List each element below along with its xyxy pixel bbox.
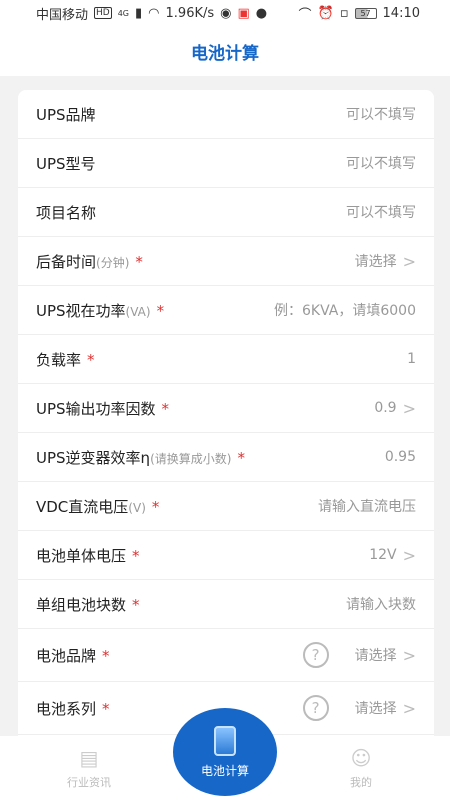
row-label: UPS型号 bbox=[36, 154, 96, 173]
battery-icon: 57 bbox=[354, 7, 377, 19]
required-mark: * bbox=[102, 646, 110, 665]
headphone-icon: ⌒ bbox=[298, 7, 312, 23]
row-label: UPS输出功率因数 bbox=[36, 399, 156, 418]
tab-mine[interactable]: ☺ 我的 bbox=[326, 736, 396, 800]
row-hint: (V) bbox=[128, 500, 146, 515]
chevron-right-icon: > bbox=[402, 645, 416, 665]
row-label: 负载率 bbox=[36, 350, 82, 369]
chevron-right-icon: > bbox=[402, 698, 416, 718]
alarm-icon: ⏰ bbox=[317, 5, 334, 21]
chevron-right-icon: > bbox=[402, 398, 416, 418]
chevron-right-icon: > bbox=[402, 251, 416, 271]
page-title: 电池计算 bbox=[191, 43, 259, 64]
form-row-ups-brand[interactable]: UPS品牌 可以不填写 bbox=[18, 90, 434, 139]
app-icon: ▣ bbox=[237, 5, 250, 21]
required-mark: * bbox=[135, 252, 143, 271]
status-bar: 中国移动 HD 4G ▮ ◠ 1.96K/s ◉ ▣ ● ⌒ ⏰ ▫ 57 14… bbox=[0, 0, 450, 26]
required-mark: * bbox=[102, 699, 110, 718]
row-label: UPS品牌 bbox=[36, 105, 96, 124]
form-row-power-factor[interactable]: UPS输出功率因数 * 0.9 > bbox=[18, 384, 434, 433]
row-label: 后备时间 bbox=[36, 252, 97, 271]
tab-battery-calc[interactable]: 电池计算 bbox=[173, 708, 277, 796]
form-row-backup-time[interactable]: 后备时间(分钟) * 请选择 > bbox=[18, 237, 434, 286]
row-hint: (分钟) bbox=[96, 255, 130, 270]
tab-calc-label: 电池计算 bbox=[200, 763, 249, 778]
row-value[interactable]: 0.95 bbox=[385, 449, 416, 465]
row-label: 电池单体电压 bbox=[36, 546, 127, 565]
row-label: VDC直流电压 bbox=[36, 497, 129, 516]
row-value[interactable]: 请输入块数 bbox=[346, 594, 416, 614]
weibo-icon: ◉ bbox=[220, 5, 232, 21]
form-row-cell-voltage[interactable]: 电池单体电压 * 12V > bbox=[18, 531, 434, 580]
required-mark: * bbox=[161, 399, 170, 418]
form-card: UPS品牌 可以不填写 UPS型号 可以不填写 项目名称 可以不填写 后备时间(… bbox=[18, 90, 434, 750]
chevron-right-icon: > bbox=[402, 545, 416, 565]
row-label: UPS逆变器效率η bbox=[36, 448, 151, 467]
chat-icon: ● bbox=[255, 5, 268, 21]
row-hint: (VA) bbox=[125, 304, 151, 319]
form-row-dc-voltage[interactable]: VDC直流电压(V) * 请输入直流电压 bbox=[18, 482, 434, 531]
help-icon[interactable]: ? bbox=[302, 642, 329, 668]
hd-icon: HD bbox=[94, 7, 112, 19]
required-mark: * bbox=[237, 448, 245, 467]
row-value[interactable]: 可以不填写 bbox=[346, 153, 416, 173]
row-value[interactable]: 1 bbox=[407, 351, 416, 367]
clock: 14:10 bbox=[382, 5, 420, 21]
row-value[interactable]: 可以不填写 bbox=[346, 104, 416, 124]
signal-icon: ▮ bbox=[135, 5, 143, 21]
row-label: 电池系列 bbox=[36, 699, 97, 718]
lock-icon: ▫ bbox=[339, 5, 349, 21]
wifi-icon: ◠ bbox=[148, 5, 160, 21]
required-mark: * bbox=[156, 301, 165, 320]
help-icon[interactable]: ? bbox=[302, 695, 329, 721]
user-icon: ☺ bbox=[350, 746, 372, 770]
row-value[interactable]: 请选择 bbox=[355, 698, 397, 718]
form-row-apparent-power[interactable]: UPS视在功率(VA) * 例：6KVA，请填6000 bbox=[18, 286, 434, 335]
form-row-inverter-efficiency[interactable]: UPS逆变器效率η(请换算成小数) * 0.95 bbox=[18, 433, 434, 482]
form-row-load-rate[interactable]: 负载率 * 1 bbox=[18, 335, 434, 384]
row-value[interactable]: 例：6KVA，请填6000 bbox=[274, 300, 416, 320]
page-header: 电池计算 bbox=[0, 26, 450, 76]
battery-icon bbox=[214, 725, 236, 756]
row-value[interactable]: 请选择 bbox=[355, 645, 397, 665]
network-type: 4G bbox=[117, 8, 130, 18]
row-label: UPS视在功率 bbox=[36, 301, 126, 320]
form-row-battery-brand[interactable]: 电池品牌 * ? 请选择 > bbox=[18, 629, 434, 682]
form-row-battery-count[interactable]: 单组电池块数 * 请输入块数 bbox=[18, 580, 434, 629]
required-mark: * bbox=[132, 546, 140, 565]
row-value[interactable]: 0.9 bbox=[374, 400, 396, 416]
row-value[interactable]: 12V bbox=[369, 547, 396, 563]
tab-news-label: 行业资讯 bbox=[67, 776, 111, 789]
row-label: 项目名称 bbox=[36, 203, 97, 222]
tab-mine-label: 我的 bbox=[350, 776, 372, 789]
required-mark: * bbox=[151, 497, 160, 516]
row-value[interactable]: 请选择 bbox=[355, 251, 397, 271]
row-label: 单组电池块数 bbox=[36, 595, 127, 614]
news-icon: ▤ bbox=[79, 746, 99, 770]
form-row-ups-model[interactable]: UPS型号 可以不填写 bbox=[18, 139, 434, 188]
carrier-label: 中国移动 bbox=[36, 7, 89, 23]
required-mark: * bbox=[87, 350, 95, 369]
tab-news[interactable]: ▤ 行业资讯 bbox=[54, 736, 124, 800]
row-value[interactable]: 可以不填写 bbox=[346, 202, 416, 222]
form-row-project-name[interactable]: 项目名称 可以不填写 bbox=[18, 188, 434, 237]
network-speed: 1.96K/s bbox=[165, 5, 215, 21]
required-mark: * bbox=[132, 595, 140, 614]
row-value[interactable]: 请输入直流电压 bbox=[318, 496, 416, 516]
row-label: 电池品牌 bbox=[36, 646, 97, 665]
row-hint: (请换算成小数) bbox=[150, 451, 232, 466]
